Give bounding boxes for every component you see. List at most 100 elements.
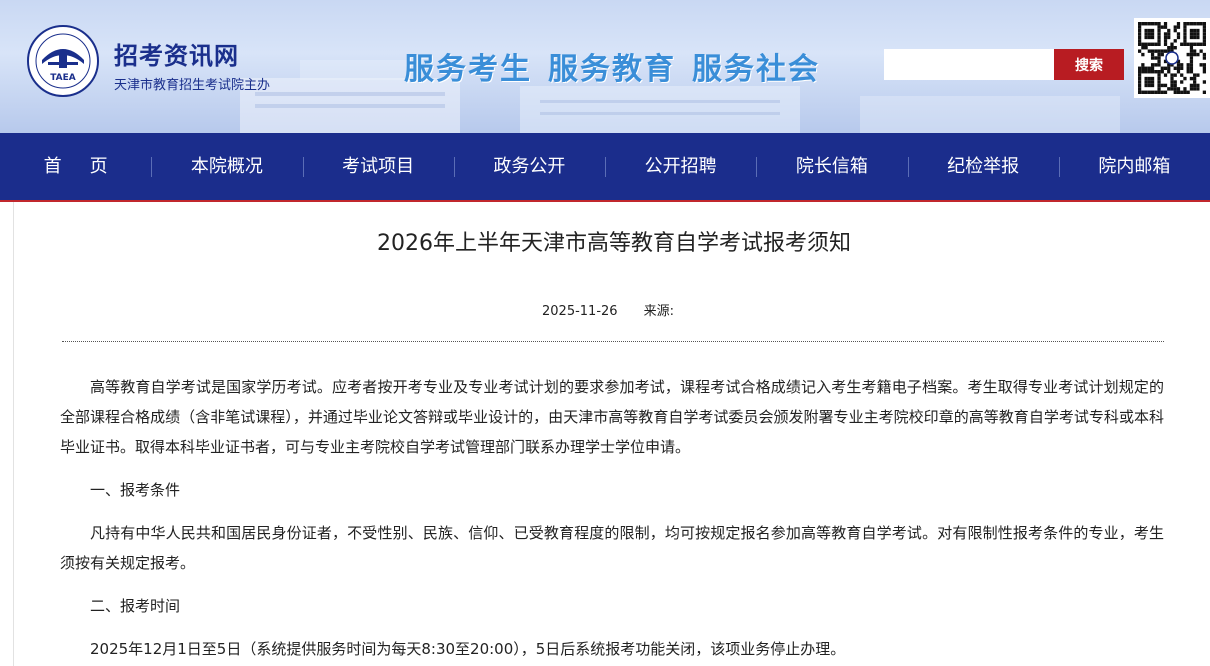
qr-module <box>1189 35 1194 40</box>
qr-module <box>1144 42 1148 46</box>
qr-module <box>1138 76 1142 81</box>
qr-module <box>1193 28 1197 33</box>
qr-module <box>1147 49 1151 53</box>
nav-item-label: 首页 <box>43 156 136 177</box>
qr-module <box>1183 90 1187 94</box>
section-heading: 二、报考时间 <box>90 597 181 615</box>
qr-module <box>1163 22 1168 26</box>
nav-item-internal-mail[interactable]: 院内邮箱 <box>1058 133 1210 200</box>
slogan-part: 服务教育 <box>548 52 676 87</box>
qr-module <box>1157 59 1161 64</box>
background-building <box>860 96 1120 133</box>
paragraph: 高等教育自学考试是国家学历考试。应考者按开考专业及专业考试计划的要求参加考试，课… <box>60 378 1164 456</box>
qr-module <box>1189 59 1194 64</box>
qr-module <box>1150 70 1155 74</box>
qr-module <box>1141 22 1145 26</box>
qr-module <box>1150 52 1155 57</box>
qr-module <box>1138 35 1142 40</box>
qr-module <box>1138 28 1142 33</box>
qr-module <box>1170 42 1174 46</box>
taea-emblem-icon[interactable]: TAEA <box>26 24 100 98</box>
qr-module <box>1157 87 1161 91</box>
background-building <box>255 92 445 96</box>
nav-item-label: 院内邮箱 <box>1098 156 1171 177</box>
qr-module <box>1150 32 1155 36</box>
qr-module <box>1163 39 1168 43</box>
qr-module <box>1150 35 1155 40</box>
qr-module <box>1199 22 1203 26</box>
qr-module <box>1202 25 1206 29</box>
qr-module <box>1144 80 1148 84</box>
qr-module <box>1180 80 1184 84</box>
background-building <box>520 86 800 133</box>
qr-module <box>1138 25 1142 29</box>
nav-item-label: 本院概况 <box>190 156 263 177</box>
qr-module <box>1173 25 1177 29</box>
nav-item-report[interactable]: 纪检举报 <box>907 133 1059 200</box>
nav-item-president-mailbox[interactable]: 院长信箱 <box>756 133 907 200</box>
article-meta: 2025-11-26 来源: <box>542 300 674 319</box>
qr-module <box>1167 70 1171 74</box>
paragraph: 凡持有中华人民共和国居民身份证者，不受性别、民族、信仰、已受教育程度的限制，均可… <box>60 524 1164 572</box>
qr-module <box>1157 80 1161 84</box>
qr-module <box>1147 90 1151 94</box>
qr-module <box>1147 83 1151 88</box>
nav-item-government-affairs[interactable]: 政务公开 <box>453 133 605 200</box>
qr-module <box>1176 66 1181 70</box>
qr-module <box>1193 73 1197 77</box>
qr-module <box>1163 66 1168 70</box>
qr-module <box>1150 83 1155 88</box>
qr-module <box>1173 90 1177 94</box>
qr-module <box>1183 32 1187 36</box>
nav-item-exams[interactable]: 考试项目 <box>302 133 454 200</box>
qr-center-logo <box>1165 51 1179 65</box>
main-nav: 首页 本院概况 考试项目 政务公开 公开招聘 院长信箱 纪检举报 院内邮箱 <box>0 133 1210 200</box>
qr-module <box>1160 70 1164 74</box>
section-heading: 一、报考条件 <box>90 481 181 499</box>
qr-module <box>1138 83 1142 88</box>
qr-module <box>1180 63 1184 67</box>
qr-module <box>1202 63 1206 67</box>
qr-module <box>1144 46 1148 50</box>
qr-module <box>1170 80 1174 84</box>
nav-item-label: 政务公开 <box>493 156 566 177</box>
qr-module <box>1170 83 1174 88</box>
search-button[interactable]: 搜索 <box>1054 49 1124 80</box>
qr-module <box>1157 39 1161 43</box>
qr-module <box>1196 52 1200 57</box>
qr-module <box>1186 22 1190 26</box>
search-input[interactable] <box>884 49 1054 80</box>
qr-module <box>1144 28 1148 33</box>
qr-module <box>1138 70 1142 74</box>
qr-code-graphic <box>1138 22 1206 94</box>
qr-module <box>1176 87 1181 91</box>
nav-item-about[interactable]: 本院概况 <box>151 133 302 200</box>
qr-module <box>1196 73 1200 77</box>
qr-module <box>1160 83 1164 88</box>
qr-module <box>1141 46 1145 50</box>
qr-module <box>1170 46 1174 50</box>
qr-module <box>1150 66 1155 70</box>
qr-module <box>1154 42 1158 46</box>
nav-item-recruitment[interactable]: 公开招聘 <box>605 133 756 200</box>
article-title: 2026年上半年天津市高等教育自学考试报考须知 <box>377 231 851 256</box>
qr-module <box>1163 35 1168 40</box>
qr-module <box>1147 76 1151 81</box>
qr-module <box>1176 63 1181 67</box>
qr-module <box>1141 70 1145 74</box>
qr-module <box>1163 25 1168 29</box>
qr-module <box>1144 35 1148 40</box>
background-building <box>300 60 420 80</box>
qr-module <box>1150 28 1155 33</box>
site-name[interactable]: 招考资讯网 <box>114 36 239 71</box>
qr-module <box>1154 22 1158 26</box>
qr-module <box>1189 87 1194 91</box>
qr-module <box>1189 22 1194 26</box>
qr-module <box>1157 76 1161 81</box>
qr-module <box>1193 87 1197 91</box>
qr-module <box>1189 63 1194 67</box>
nav-item-home[interactable]: 首页 <box>0 133 151 200</box>
divider <box>62 341 1164 342</box>
qr-module <box>1147 28 1151 33</box>
qr-module <box>1144 66 1148 70</box>
